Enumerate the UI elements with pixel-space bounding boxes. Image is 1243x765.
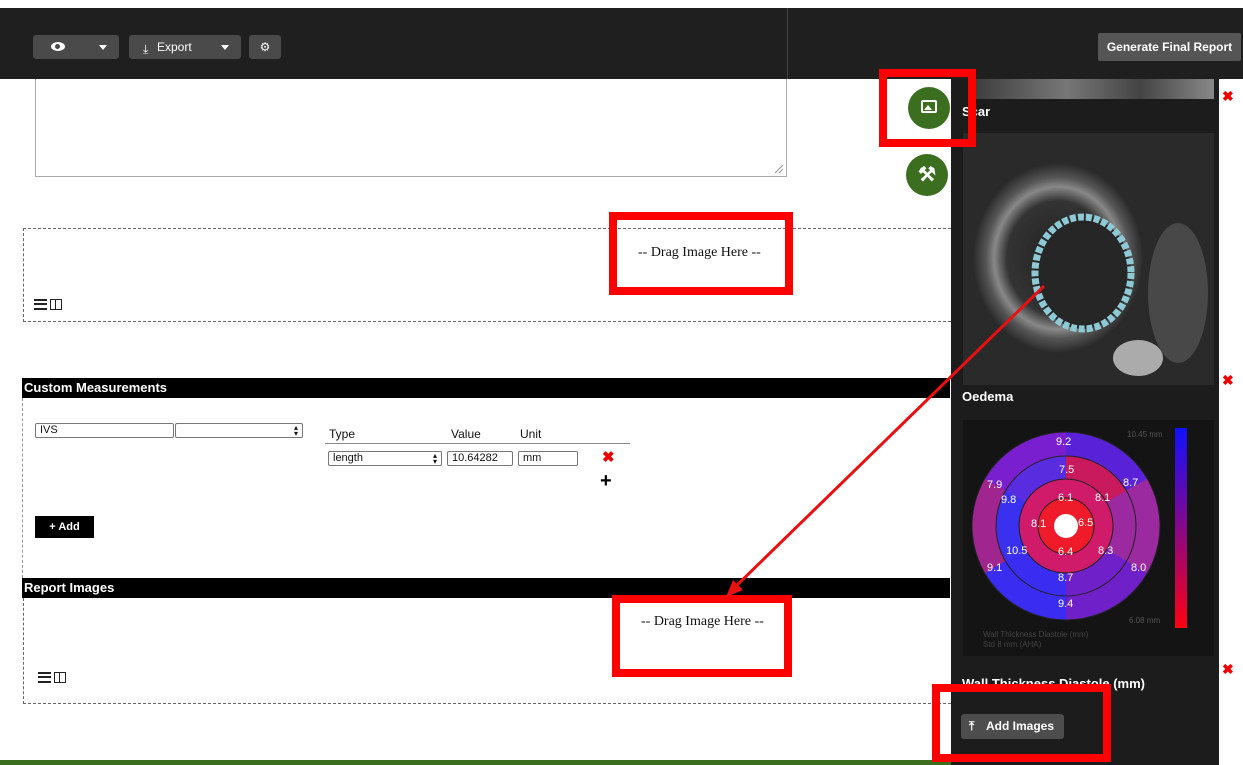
unit-input[interactable]: mm bbox=[518, 451, 578, 466]
bullseye-chart-image[interactable]: 9.2 7.5 8.7 8.1 6.5 8.3 8.0 9.4 8.7 6.4 … bbox=[963, 420, 1214, 656]
column-header-unit: Unit bbox=[520, 427, 542, 441]
delete-measurement-icon[interactable]: ✖ bbox=[602, 448, 615, 466]
grid-view-icon[interactable] bbox=[50, 299, 62, 310]
chevron-down-icon bbox=[99, 45, 107, 50]
bullseye-value: 8.3 bbox=[1098, 545, 1114, 557]
bullseye-value: 9.8 bbox=[1001, 494, 1017, 506]
bottom-green-border bbox=[0, 760, 951, 765]
type-select-value: length bbox=[333, 452, 363, 464]
type-select[interactable]: length ▴ ▾ bbox=[328, 451, 442, 466]
scar-contour bbox=[1031, 213, 1208, 376]
scale-max-label: 10.45 mm bbox=[1127, 430, 1163, 439]
scar-mri-image[interactable] bbox=[963, 133, 1214, 385]
image-dropzone-top[interactable]: -- Drag Image Here -- bbox=[23, 228, 951, 322]
section-side-border bbox=[22, 398, 24, 578]
view-dropdown-button[interactable] bbox=[33, 35, 119, 59]
library-image-top[interactable] bbox=[968, 79, 1214, 99]
measurement-reference-select[interactable]: ▴ ▾ bbox=[175, 423, 303, 438]
bullseye-plot bbox=[971, 428, 1187, 628]
grid-view-icon[interactable] bbox=[54, 672, 66, 683]
remove-image-icon[interactable]: ✖ bbox=[1222, 372, 1234, 389]
highlight-box-add-images bbox=[932, 684, 1111, 762]
highlight-box-report-dropzone bbox=[612, 595, 792, 677]
scale-min-label: 6.08 mm bbox=[1129, 616, 1161, 625]
top-strip bbox=[0, 0, 1243, 8]
bullseye-value: 6.4 bbox=[1058, 546, 1074, 558]
bullseye-value: 6.1 bbox=[1058, 492, 1074, 504]
list-view-icon[interactable] bbox=[38, 672, 51, 683]
measurement-name-input[interactable]: IVS bbox=[35, 423, 174, 438]
unit-input-value: mm bbox=[523, 452, 542, 464]
bullseye-value: 10.5 bbox=[1006, 545, 1028, 557]
gear-icon: ⚙ bbox=[259, 40, 271, 54]
bullseye-value: 9.1 bbox=[987, 562, 1003, 574]
list-view-icon[interactable] bbox=[34, 299, 47, 310]
report-images-header: Report Images bbox=[22, 578, 950, 598]
download-icon: ⤓ bbox=[143, 42, 149, 56]
remove-image-icon[interactable]: ✖ bbox=[1222, 88, 1234, 105]
eye-icon bbox=[51, 42, 65, 51]
bullseye-value: 8.0 bbox=[1131, 562, 1147, 574]
export-label: Export bbox=[157, 40, 192, 54]
column-header-type: Type bbox=[329, 427, 356, 441]
resize-handle[interactable] bbox=[775, 165, 783, 173]
generate-final-report-label: Generate Final Report bbox=[1106, 40, 1233, 54]
export-dropdown-button[interactable]: ⤓ Export bbox=[129, 35, 241, 59]
bullseye-value: 7.9 bbox=[987, 479, 1003, 491]
report-textarea[interactable] bbox=[35, 79, 787, 177]
remove-image-icon[interactable]: ✖ bbox=[1222, 661, 1234, 678]
bullseye-caption: Std 8 mm (AHA) bbox=[983, 640, 1042, 649]
generate-final-report-button[interactable]: Generate Final Report bbox=[1098, 33, 1241, 61]
toolbar-divider bbox=[787, 8, 788, 79]
tools-panel-fab[interactable]: ⚒ bbox=[906, 154, 948, 196]
bullseye-value: 8.1 bbox=[1095, 492, 1111, 504]
bullseye-value: 9.2 bbox=[1056, 436, 1072, 448]
add-measurement-button[interactable]: + Add bbox=[35, 516, 94, 538]
add-measurement-row-icon[interactable]: + bbox=[600, 470, 612, 493]
bullseye-value: 6.5 bbox=[1078, 517, 1094, 529]
report-images-dropzone[interactable]: -- Drag Image Here -- bbox=[23, 598, 951, 704]
highlight-box-dropzone-top bbox=[609, 212, 793, 295]
chevron-down-icon bbox=[221, 45, 229, 50]
bullseye-caption: Wall Thickness Diastole (mm) bbox=[983, 630, 1089, 639]
value-input-value: 10.64282 bbox=[452, 452, 498, 464]
measurement-name-value: IVS bbox=[40, 424, 58, 436]
table-header-divider bbox=[325, 443, 630, 444]
bullseye-value: 8.7 bbox=[1123, 477, 1139, 489]
custom-measurements-header: Custom Measurements bbox=[22, 378, 950, 398]
value-input[interactable]: 10.64282 bbox=[447, 451, 513, 466]
select-arrows-icon: ▴ ▾ bbox=[293, 423, 298, 438]
bullseye-value: 9.4 bbox=[1058, 598, 1074, 610]
bullseye-value: 8.7 bbox=[1058, 572, 1074, 584]
bullseye-value: 7.5 bbox=[1059, 464, 1075, 476]
bullseye-value: 8.1 bbox=[1031, 518, 1047, 530]
select-arrows-icon: ▴ ▾ bbox=[432, 451, 437, 466]
wrench-icon: ⚒ bbox=[918, 164, 936, 186]
highlight-box-images-fab bbox=[879, 69, 976, 147]
column-header-value: Value bbox=[451, 427, 481, 441]
oedema-label: Oedema bbox=[962, 389, 1014, 404]
settings-button[interactable]: ⚙ bbox=[249, 35, 281, 59]
